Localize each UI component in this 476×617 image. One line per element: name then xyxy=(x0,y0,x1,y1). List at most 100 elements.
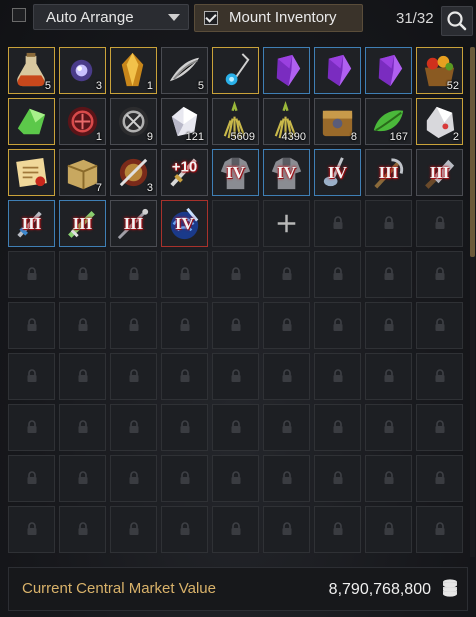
enhancement-badge: III xyxy=(21,213,42,233)
item-quantity: 5609 xyxy=(230,131,255,143)
purple-crystal-icon xyxy=(327,54,352,87)
lock-icon xyxy=(27,318,37,331)
inventory-slot[interactable]: III xyxy=(416,149,463,196)
lock-icon xyxy=(129,471,139,484)
inventory-slot[interactable]: III xyxy=(8,200,55,247)
lock-icon xyxy=(27,522,37,535)
lock-icon xyxy=(129,267,139,280)
locked-slot xyxy=(8,353,55,400)
coin-stack-icon xyxy=(443,579,457,597)
inventory-slot[interactable]: III xyxy=(365,149,412,196)
inventory-slot[interactable]: 167 xyxy=(365,98,412,145)
search-button[interactable] xyxy=(441,6,473,36)
locked-slot xyxy=(416,455,463,502)
inventory-slot[interactable]: 5 xyxy=(8,47,55,94)
mount-inventory-label: Mount Inventory xyxy=(229,9,337,26)
locked-slot xyxy=(212,302,259,349)
market-value-amount: 8,790,768,800 xyxy=(328,581,431,598)
scroll-icon xyxy=(16,158,47,187)
blue-pendant-icon xyxy=(225,53,250,86)
lock-icon xyxy=(282,267,292,280)
add-slot-button[interactable] xyxy=(263,200,310,247)
green-crystal-icon xyxy=(17,108,46,135)
locked-slot xyxy=(416,353,463,400)
inventory-slot[interactable]: IV xyxy=(161,200,208,247)
inventory-slot[interactable] xyxy=(263,47,310,94)
inventory-slot[interactable]: 5 xyxy=(161,47,208,94)
mount-inventory-checkbox[interactable] xyxy=(204,11,218,25)
inventory-slot[interactable]: 52 xyxy=(416,47,463,94)
locked-slot xyxy=(8,404,55,451)
locked-slot xyxy=(416,506,463,553)
locked-slot xyxy=(365,302,412,349)
empty-slot[interactable] xyxy=(212,200,259,247)
inventory-slot[interactable]: IV xyxy=(212,149,259,196)
locked-slot xyxy=(110,353,157,400)
lock-icon xyxy=(180,267,190,280)
item-quantity: 9 xyxy=(146,131,153,143)
lock-icon xyxy=(282,318,292,331)
enhancement-badge: III xyxy=(429,162,450,182)
lock-icon xyxy=(333,522,343,535)
lock-icon xyxy=(78,267,88,280)
locked-slot xyxy=(59,302,106,349)
inventory-slot[interactable]: 9 xyxy=(110,98,157,145)
lock-icon xyxy=(129,318,139,331)
inventory-slot[interactable]: 8 xyxy=(314,98,361,145)
lock-icon xyxy=(384,318,394,331)
inventory-slot[interactable]: IV xyxy=(263,149,310,196)
inventory-slot[interactable] xyxy=(314,47,361,94)
inventory-slot[interactable]: 2 xyxy=(416,98,463,145)
enhancement-badge: III xyxy=(72,213,93,233)
inventory-slot[interactable] xyxy=(8,98,55,145)
auto-arrange-dropdown[interactable]: Auto Arrange xyxy=(33,4,189,30)
inventory-grid: 5 3 1 5 52 1 9 121 5609 4390 8 167 2 7 3 +10 IV IV IV III II… xyxy=(8,47,464,557)
lock-icon xyxy=(78,522,88,535)
inventory-slot[interactable]: III xyxy=(59,200,106,247)
enhancement-badge: IV xyxy=(277,162,296,182)
auto-arrange-checkbox[interactable] xyxy=(12,8,26,22)
lock-icon xyxy=(129,369,139,382)
inventory-slot[interactable]: IV xyxy=(314,149,361,196)
mount-inventory-toggle[interactable]: Mount Inventory xyxy=(194,4,363,32)
inventory-slot[interactable] xyxy=(365,47,412,94)
locked-slot xyxy=(161,302,208,349)
inventory-slot[interactable]: 3 xyxy=(59,47,106,94)
item-quantity: 167 xyxy=(389,131,408,143)
inventory-slot[interactable]: 5609 xyxy=(212,98,259,145)
locked-slot xyxy=(263,353,310,400)
locked-slot xyxy=(212,353,259,400)
lock-icon xyxy=(27,420,37,433)
lock-icon xyxy=(435,420,445,433)
locked-slot xyxy=(263,251,310,298)
lock-icon xyxy=(282,471,292,484)
inventory-slot[interactable]: 1 xyxy=(110,47,157,94)
lock-icon xyxy=(384,420,394,433)
locked-slot xyxy=(416,200,463,247)
lock-icon xyxy=(384,369,394,382)
inventory-scrollbar[interactable] xyxy=(470,47,475,557)
enhancement-badge: IV xyxy=(226,162,245,182)
inventory-slot[interactable]: 3 xyxy=(110,149,157,196)
enhancement-badge: +10 xyxy=(171,158,198,176)
locked-slot xyxy=(365,506,412,553)
locked-slot xyxy=(8,251,55,298)
lock-icon xyxy=(282,522,292,535)
inventory-slot[interactable]: 121 xyxy=(161,98,208,145)
lock-icon xyxy=(282,420,292,433)
scrollbar-thumb[interactable] xyxy=(470,47,475,257)
locked-slot xyxy=(416,404,463,451)
lock-icon xyxy=(231,471,241,484)
inventory-slot[interactable]: 7 xyxy=(59,149,106,196)
locked-slot xyxy=(8,302,55,349)
inventory-slot[interactable] xyxy=(8,149,55,196)
inventory-slot[interactable] xyxy=(212,47,259,94)
lock-icon xyxy=(27,471,37,484)
inventory-slot[interactable]: +10 xyxy=(161,149,208,196)
lock-icon xyxy=(333,471,343,484)
inventory-slot[interactable]: III xyxy=(110,200,157,247)
locked-slot xyxy=(8,506,55,553)
inventory-slot[interactable]: 1 xyxy=(59,98,106,145)
inventory-slot[interactable]: 4390 xyxy=(263,98,310,145)
lock-icon xyxy=(435,216,445,229)
